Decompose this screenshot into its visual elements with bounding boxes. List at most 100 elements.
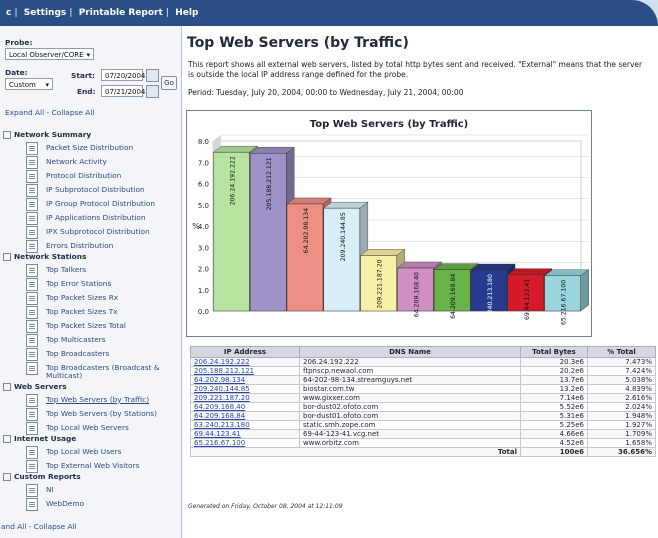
end-date-input[interactable]: 07/21/2004 [101,85,145,97]
ip-link[interactable]: 65.216.67.100 [190,438,300,448]
sidebar-item-label: IPX Subprotocol Distribution [46,227,150,236]
collapse-toggle-icon[interactable] [3,383,11,391]
sidebar-item-label: Top Talkers [46,265,87,274]
table-row: 64.202.98.134 64-202-98-134.streamguys.ne… [190,375,656,385]
total-pct: 36.656% [587,447,656,457]
section-title: Custom Reports [14,472,81,481]
chevron-down-icon: ▾ [45,81,49,89]
y-tick-label: 0.0 [198,308,209,316]
ip-link[interactable]: 64.209.168.84 [190,411,300,421]
y-tick-label: 1.0 [198,287,209,295]
sidebar-item-label: Multicast) [46,371,83,380]
start-label: Start: [71,71,95,80]
section-custom-reports[interactable]: Custom Reports [3,472,81,481]
bar-data-label: 64.209.168.40 [413,272,420,317]
report-icon [26,292,38,305]
ip-link[interactable]: 64.209.168.40 [190,402,300,412]
calendar-icon[interactable] [146,85,159,98]
section-title: Web Servers [14,382,67,391]
pct-cell: 7.473% [587,357,656,367]
bar-top [286,197,332,205]
ip-link[interactable]: 209.240.144.85 [190,384,300,394]
collapse-toggle-icon[interactable] [3,131,11,139]
section-internet-usage[interactable]: Internet Usage [3,434,76,443]
sidebar-item-label: Top Local Web Servers [46,423,129,432]
sidebar-item-label: Top Broadcasters [46,349,110,358]
ip-link[interactable]: 69.44.123.41 [190,429,300,439]
ip-link[interactable]: 206.24.192.222 [190,357,300,367]
sidebar-item-label: IP Subprotocol Distribution [46,185,145,194]
pct-cell: 2.024% [587,402,656,412]
sidebar-item-label: Top Local Web Users [46,447,122,456]
bar-data-label: 63.240.213.180 [487,274,494,323]
sidebar-item-label: Top Packet Sizes Total [46,321,126,330]
report-icon [26,320,38,333]
nav-link-printable-report[interactable]: Printable Report [79,8,163,18]
pct-cell: 1.948% [587,411,656,421]
bar-top [507,268,553,275]
end-label: End: [77,87,96,96]
probe-select[interactable]: Local Observer/CORE ▾ [5,48,94,60]
date-range-select[interactable]: Custom ▾ [5,78,53,90]
dns-cell: static.smh.zope.com [299,420,521,430]
calendar-icon[interactable] [146,69,159,82]
sidebar-item-label: NI [46,485,54,494]
date-range-value: Custom [9,81,36,89]
bar-top [212,145,259,153]
bar-data-label: 206.24.192.222 [229,156,236,205]
report-icon [26,156,38,169]
bar-data-label: 64.209.168.84 [450,274,457,319]
report-icon [26,446,38,459]
generated-timestamp: Generated on Friday, October 08, 2004 at… [188,503,343,510]
pct-cell: 1.927% [587,420,656,430]
ip-link[interactable]: 64.202.98.134 [190,375,300,385]
collapse-toggle-icon[interactable] [3,473,11,481]
col-header-pct[interactable]: % Total [587,346,656,358]
report-icon [26,408,38,421]
collapse-toggle-icon[interactable] [3,435,11,443]
bytes-cell: 13.2e6 [520,384,588,394]
total-label: Total [190,447,521,457]
dns-cell: 206.24.192.222 [299,357,521,367]
dns-cell: bor-dust01.ofoto.com [299,411,521,421]
nav-link-settings[interactable]: Settings [24,8,66,18]
report-icon [26,394,38,407]
main-content: Top Web Servers (by Traffic) This report… [182,26,658,538]
section-network-stations[interactable]: Network Stations [3,252,86,261]
sidebar-item-label: IP Applications Distribution [46,213,146,222]
report-description: This report shows all external web serve… [188,60,656,80]
report-icon [26,334,38,347]
col-header-dns[interactable]: DNS Name [299,346,521,358]
ip-link[interactable]: 205.188.212.121 [190,366,300,376]
ip-link[interactable]: 63.240.213.180 [190,420,300,430]
table-total-row: Total 100e6 36.656% [190,447,656,457]
bar-side [580,269,589,312]
bar-data-label: 209.221.187.20 [377,259,384,308]
section-network-summary[interactable]: Network Summary [3,130,91,139]
expand-collapse-links-bottom[interactable]: and All - Collapse All [1,522,77,531]
pct-cell: 7.424% [587,366,656,376]
start-date-input[interactable]: 07/20/2004 [101,69,145,81]
bytes-cell: 20.3e6 [520,357,588,367]
dns-cell: biostar.com.tw [299,384,521,394]
nav-separator: | [14,8,18,18]
expand-collapse-links[interactable]: Expand All - Collapse All [5,108,94,117]
ip-link[interactable]: 209.221.187.20 [190,393,300,403]
bar-data-label: 209.240.144.85 [340,212,347,261]
report-icon [26,484,38,497]
report-icon [26,348,38,361]
bytes-cell: 4.66e6 [520,429,588,439]
nav-link-help[interactable]: Help [175,8,198,18]
report-icon [26,278,38,291]
collapse-toggle-icon[interactable] [3,253,11,261]
go-button[interactable]: Go [161,76,177,90]
section-web-servers[interactable]: Web Servers [3,382,67,391]
total-bytes: 100e6 [520,447,588,457]
description-line: is outside the local IP address range de… [188,70,409,79]
probe-label: Probe: [5,38,33,47]
section-title: Network Summary [14,130,92,139]
col-header-bytes[interactable]: Total Bytes [520,346,588,358]
sidebar-item-label: Top Web Servers (by Traffic) [46,395,150,404]
dns-cell: 64-202-98-134.streamguys.net [299,375,521,385]
col-header-ip[interactable]: IP Address [190,346,300,358]
